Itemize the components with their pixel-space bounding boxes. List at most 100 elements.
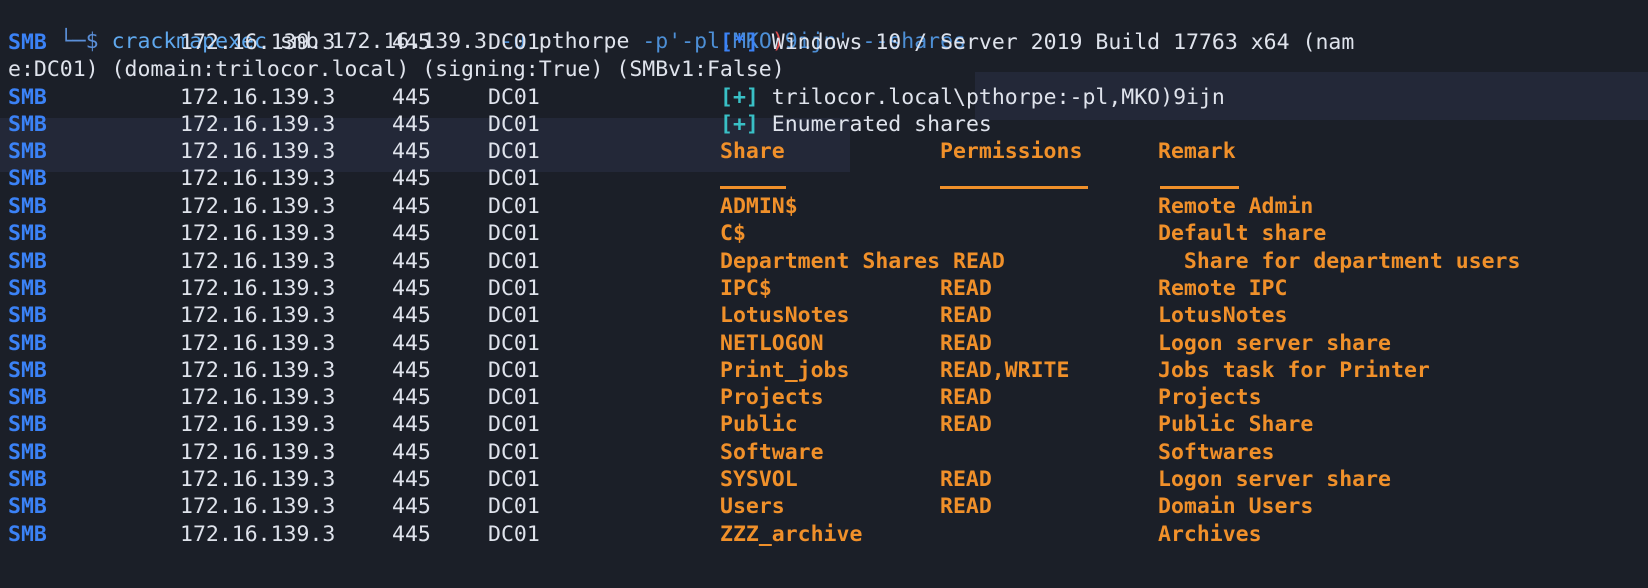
share-remark: Default share — [1158, 221, 1327, 247]
proto-label: SMB — [8, 194, 47, 219]
share-remark: Domain Users — [1158, 494, 1314, 520]
proto-label: SMB — [8, 357, 47, 383]
host-name: DC01 — [488, 194, 540, 219]
share-permission: READ — [940, 275, 992, 301]
share-row: SMB 172.16.139.3 445 DC01 LotusNotes READ Lotu… — [8, 302, 1648, 330]
info-message: [*] Windows 10 / Server 2019 Build 17763… — [720, 29, 1354, 57]
host-name: DC01 — [488, 85, 540, 110]
host-ip: 172.16.139.3 — [180, 248, 336, 274]
proto-label: SMB — [8, 30, 47, 55]
auth-text: trilocor.local\pthorpe:-pl,MKO)9ijn — [771, 85, 1225, 110]
share-row: SMB 172.16.139.3 445 DC01 ADMIN$ Remote Admin — [8, 193, 1648, 221]
enum-text: Enumerated shares — [771, 112, 992, 137]
host-port: 445 — [392, 494, 431, 520]
host-ip: 172.16.139.3 — [180, 275, 336, 301]
host-ip: 172.16.139.3 — [180, 412, 336, 438]
share-row: SMB 172.16.139.3 445 DC01 Department Shares … — [8, 248, 1648, 276]
share-name: Public — [720, 412, 798, 438]
share-remark: LotusNotes — [1158, 303, 1288, 329]
proto-label: SMB — [8, 112, 47, 137]
proto-label: SMB — [8, 166, 47, 191]
share-row: SMB 172.16.139.3 445 DC01 Software Softwares — [8, 439, 1648, 467]
host-ip: 172.16.139.3 — [180, 521, 336, 547]
share-name: Print_jobs — [720, 357, 850, 383]
share-permission: READ — [940, 467, 992, 492]
host-ip: 172.16.139.3 — [180, 139, 336, 164]
host-port: 445 — [392, 385, 431, 411]
host-ip: 172.16.139.3 — [180, 439, 336, 465]
share-remark: Logon server share — [1158, 467, 1391, 492]
host-port: 445 — [392, 330, 431, 356]
output-row-info: SMB 172.16.139.3 445 DC01 [*] Windows 10… — [8, 29, 1648, 57]
host-ip: 172.16.139.3 — [180, 385, 336, 411]
enum-message: [+] Enumerated shares — [720, 111, 992, 139]
share-name: C$ — [720, 221, 746, 247]
host-name: DC01 — [488, 166, 540, 191]
host-port: 445 — [392, 412, 431, 438]
host-name: DC01 — [488, 248, 540, 274]
auth-message: [+] trilocor.local\pthorpe:-pl,MKO)9ijn — [720, 84, 1225, 112]
success-tag: [+] — [720, 85, 759, 110]
divider-share — [720, 186, 786, 189]
host-port: 445 — [392, 521, 431, 547]
share-remark: Projects — [1158, 385, 1262, 411]
proto-label: SMB — [8, 467, 47, 492]
host-name: DC01 — [488, 467, 540, 492]
share-remark: Softwares — [1158, 439, 1275, 465]
share-name: SYSVOL — [720, 467, 798, 492]
share-remark: Remote IPC — [1158, 275, 1288, 301]
host-name: DC01 — [488, 30, 540, 55]
proto-label: SMB — [8, 521, 47, 547]
share-row: SMB 172.16.139.3 445 DC01 ZZZ_archive Archive… — [8, 521, 1648, 549]
host-ip: 172.16.139.3 — [180, 330, 336, 356]
share-permission: READ,WRITE — [940, 357, 1070, 383]
share-row: SMB 172.16.139.3 445 DC01 Projects READ Projec… — [8, 384, 1648, 412]
host-port: 445 — [392, 30, 431, 55]
share-name: LotusNotes — [720, 303, 850, 329]
share-row: SMB 172.16.139.3 445 DC01 NETLOGON READ Logon … — [8, 330, 1648, 358]
terminal-window[interactable]: └─$ crackmapexec smb 172.16.139.3 -u pth… — [0, 0, 1648, 588]
host-ip: 172.16.139.3 — [180, 194, 336, 219]
host-ip: 172.16.139.3 — [180, 85, 336, 110]
share-remark: Logon server share — [1158, 330, 1391, 356]
share-permission: READ — [940, 494, 992, 520]
info-tag: [*] — [720, 30, 759, 55]
host-name: DC01 — [488, 412, 540, 438]
host-ip: 172.16.139.3 — [180, 112, 336, 137]
proto-label: SMB — [8, 385, 47, 411]
share-name: NETLOGON — [720, 330, 824, 356]
header-remark: Remark — [1158, 139, 1236, 164]
share-permission: READ — [940, 385, 992, 411]
share-name: IPC$ — [720, 275, 772, 301]
share-name: Software — [720, 439, 824, 465]
divider-permissions — [940, 186, 1088, 189]
host-name: DC01 — [488, 221, 540, 247]
host-name: DC01 — [488, 139, 540, 164]
share-name: Projects — [720, 385, 824, 411]
host-ip: 172.16.139.3 — [180, 357, 336, 383]
host-name: DC01 — [488, 439, 540, 465]
proto-label: SMB — [8, 85, 47, 110]
host-ip: 172.16.139.3 — [180, 166, 336, 191]
host-port: 445 — [392, 112, 431, 137]
host-port: 445 — [392, 139, 431, 164]
host-name: DC01 — [488, 521, 540, 547]
host-ip: 172.16.139.3 — [180, 467, 336, 492]
host-port: 445 — [392, 194, 431, 219]
output-row-table-header: SMB 172.16.139.3 445 DC01 Share Permissi… — [8, 138, 1648, 166]
host-ip: 172.16.139.3 — [180, 30, 336, 55]
host-ip: 172.16.139.3 — [180, 494, 336, 520]
header-permissions: Permissions — [940, 139, 1083, 164]
host-port: 445 — [392, 275, 431, 301]
command-line: └─$ crackmapexec smb 172.16.139.3 -u pth… — [8, 0, 966, 54]
host-name: DC01 — [488, 275, 540, 301]
share-remark: Jobs task for Printer — [1158, 357, 1430, 383]
proto-label: SMB — [8, 139, 47, 164]
share-remark: Archives — [1158, 521, 1262, 547]
proto-label: SMB — [8, 439, 47, 465]
proto-label: SMB — [8, 221, 47, 247]
share-row: SMB 172.16.139.3 445 DC01 SYSVOL READ Logon se… — [8, 466, 1648, 494]
output-row-auth: SMB 172.16.139.3 445 DC01 [+] trilocor.l… — [8, 84, 1648, 112]
success-tag: [+] — [720, 112, 759, 137]
share-remark: Public Share — [1158, 412, 1314, 438]
